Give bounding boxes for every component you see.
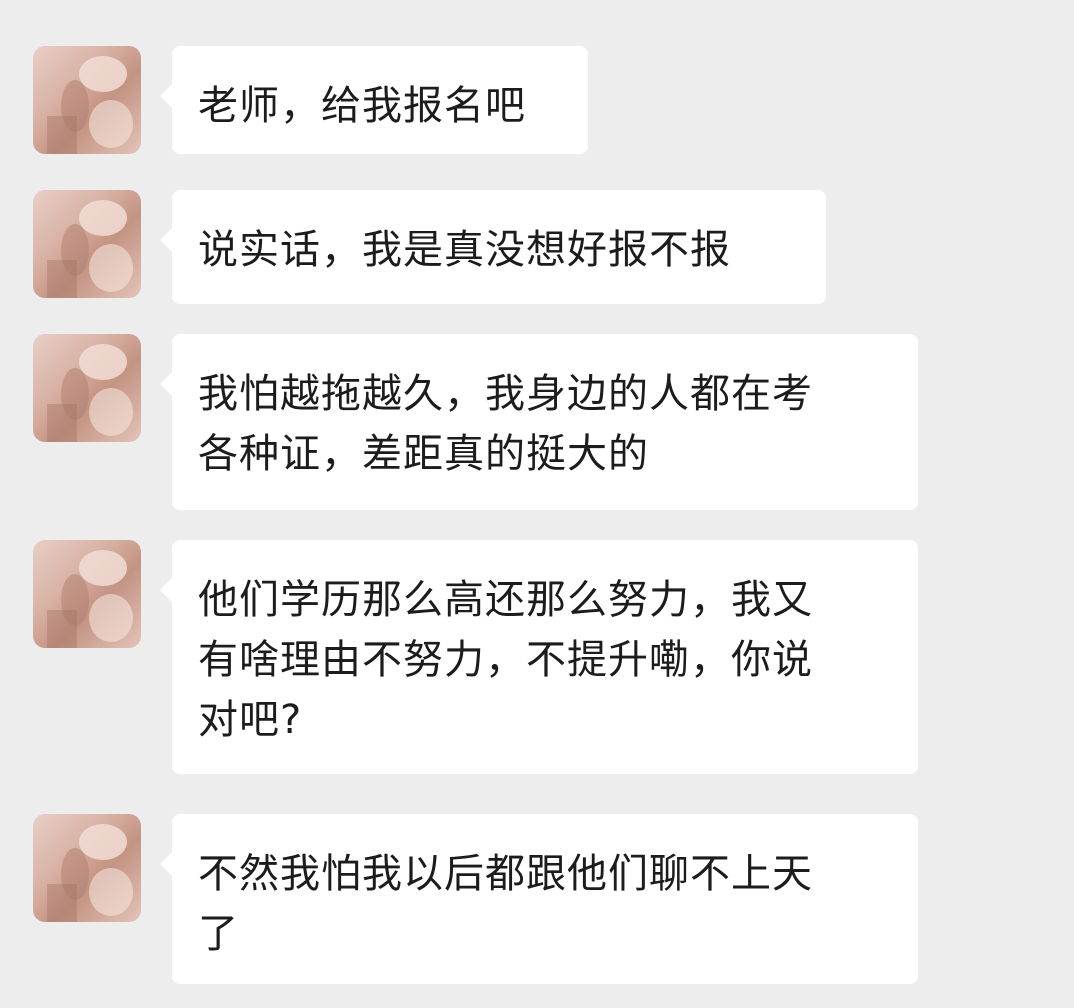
message-bubble[interactable]: 他们学历那么高还那么努力，我又 有啥理由不努力，不提升嘞，你说 对吧? xyxy=(160,540,918,774)
contact-avatar-icon[interactable] xyxy=(33,334,141,442)
message-bubble[interactable]: 说实话，我是真没想好报不报 xyxy=(160,190,826,304)
message-bubble[interactable]: 老师，给我报名吧 xyxy=(160,46,588,154)
contact-avatar-icon[interactable] xyxy=(33,46,141,154)
contact-avatar-icon[interactable] xyxy=(33,540,141,648)
message-bubble[interactable]: 不然我怕我以后都跟他们聊不上天 了 xyxy=(160,814,918,984)
message-bubble[interactable]: 我怕越拖越久，我身边的人都在考 各种证，差距真的挺大的 xyxy=(160,334,918,510)
chat-message-list[interactable]: 老师，给我报名吧 说实话，我是真没想好报不报 我怕越拖越久，我身边的人都在考 各… xyxy=(0,0,1074,1008)
contact-avatar-icon[interactable] xyxy=(33,814,141,922)
contact-avatar-icon[interactable] xyxy=(33,190,141,298)
